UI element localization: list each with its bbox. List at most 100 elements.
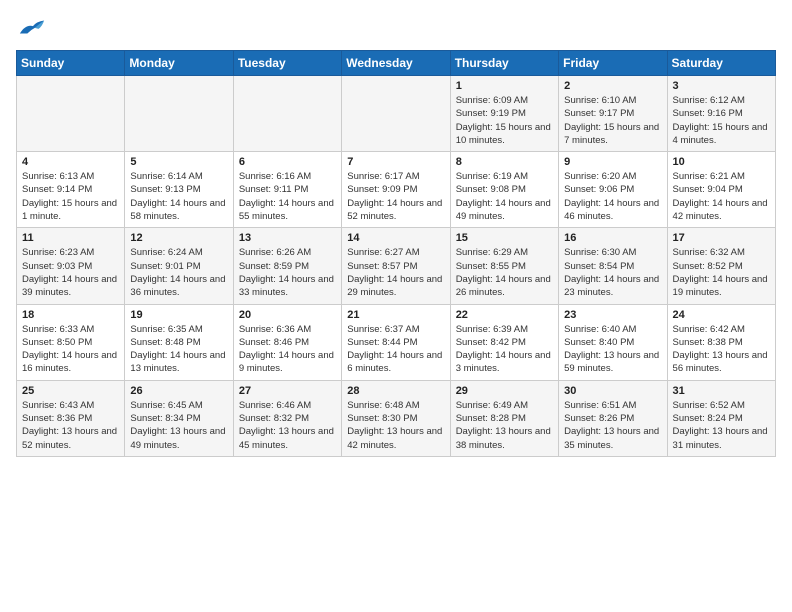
- calendar-cell: 3 Sunrise: 6:12 AM Sunset: 9:16 PM Daylig…: [667, 76, 775, 152]
- day-number: 19: [130, 309, 227, 321]
- day-info: Sunrise: 6:42 AM Sunset: 8:38 PM Dayligh…: [673, 323, 770, 376]
- day-info: Sunrise: 6:27 AM Sunset: 8:57 PM Dayligh…: [347, 246, 444, 299]
- day-info: Sunrise: 6:32 AM Sunset: 8:52 PM Dayligh…: [673, 246, 770, 299]
- header-saturday: Saturday: [667, 51, 775, 76]
- calendar-cell: 24 Sunrise: 6:42 AM Sunset: 8:38 PM Dayli…: [667, 304, 775, 380]
- day-number: 26: [130, 385, 227, 397]
- day-number: 25: [22, 385, 119, 397]
- day-number: 1: [456, 80, 553, 92]
- calendar-cell: 20 Sunrise: 6:36 AM Sunset: 8:46 PM Dayli…: [233, 304, 341, 380]
- calendar-cell: 6Sunrise: 6:16 AM Sunset: 9:11 PM Daylig…: [233, 152, 341, 228]
- day-number: 27: [239, 385, 336, 397]
- day-info: Sunrise: 6:12 AM Sunset: 9:16 PM Dayligh…: [673, 94, 770, 147]
- day-number: 28: [347, 385, 444, 397]
- calendar-cell: 13 Sunrise: 6:26 AM Sunset: 8:59 PM Dayli…: [233, 228, 341, 304]
- day-number: 12: [130, 232, 227, 244]
- day-number: 8: [456, 156, 553, 168]
- day-number: 9: [564, 156, 661, 168]
- calendar-cell: 17 Sunrise: 6:32 AM Sunset: 8:52 PM Dayli…: [667, 228, 775, 304]
- header-friday: Friday: [559, 51, 667, 76]
- calendar-table: SundayMondayTuesdayWednesdayThursdayFrid…: [16, 50, 776, 457]
- day-info: Sunrise: 6:21 AM Sunset: 9:04 PM Dayligh…: [673, 170, 770, 223]
- calendar-cell: 22Sunrise: 6:39 AM Sunset: 8:42 PM Dayli…: [450, 304, 558, 380]
- calendar-cell: [342, 76, 450, 152]
- calendar-cell: 30Sunrise: 6:51 AM Sunset: 8:26 PM Dayli…: [559, 380, 667, 456]
- calendar-cell: 10 Sunrise: 6:21 AM Sunset: 9:04 PM Dayli…: [667, 152, 775, 228]
- calendar-cell: 5Sunrise: 6:14 AM Sunset: 9:13 PM Daylig…: [125, 152, 233, 228]
- calendar-cell: 21 Sunrise: 6:37 AM Sunset: 8:44 PM Dayli…: [342, 304, 450, 380]
- calendar-cell: 19 Sunrise: 6:35 AM Sunset: 8:48 PM Dayli…: [125, 304, 233, 380]
- calendar-cell: 26 Sunrise: 6:45 AM Sunset: 8:34 PM Dayli…: [125, 380, 233, 456]
- calendar-week-3: 11 Sunrise: 6:23 AM Sunset: 9:03 PM Dayli…: [17, 228, 776, 304]
- calendar-week-5: 25 Sunrise: 6:43 AM Sunset: 8:36 PM Dayli…: [17, 380, 776, 456]
- day-number: 14: [347, 232, 444, 244]
- day-info: Sunrise: 6:49 AM Sunset: 8:28 PM Dayligh…: [456, 399, 553, 452]
- day-number: 3: [673, 80, 770, 92]
- header-monday: Monday: [125, 51, 233, 76]
- day-info: Sunrise: 6:46 AM Sunset: 8:32 PM Dayligh…: [239, 399, 336, 452]
- day-number: 21: [347, 309, 444, 321]
- day-info: Sunrise: 6:09 AM Sunset: 9:19 PM Dayligh…: [456, 94, 553, 147]
- day-info: Sunrise: 6:48 AM Sunset: 8:30 PM Dayligh…: [347, 399, 444, 452]
- day-info: Sunrise: 6:26 AM Sunset: 8:59 PM Dayligh…: [239, 246, 336, 299]
- day-info: Sunrise: 6:51 AM Sunset: 8:26 PM Dayligh…: [564, 399, 661, 452]
- day-info: Sunrise: 6:37 AM Sunset: 8:44 PM Dayligh…: [347, 323, 444, 376]
- calendar-cell: 15 Sunrise: 6:29 AM Sunset: 8:55 PM Dayli…: [450, 228, 558, 304]
- calendar-cell: 7Sunrise: 6:17 AM Sunset: 9:09 PM Daylig…: [342, 152, 450, 228]
- day-info: Sunrise: 6:19 AM Sunset: 9:08 PM Dayligh…: [456, 170, 553, 223]
- day-number: 6: [239, 156, 336, 168]
- day-info: Sunrise: 6:45 AM Sunset: 8:34 PM Dayligh…: [130, 399, 227, 452]
- day-info: Sunrise: 6:29 AM Sunset: 8:55 PM Dayligh…: [456, 246, 553, 299]
- day-info: Sunrise: 6:33 AM Sunset: 8:50 PM Dayligh…: [22, 323, 119, 376]
- calendar-week-4: 18Sunrise: 6:33 AM Sunset: 8:50 PM Dayli…: [17, 304, 776, 380]
- day-number: 31: [673, 385, 770, 397]
- calendar-cell: 11 Sunrise: 6:23 AM Sunset: 9:03 PM Dayli…: [17, 228, 125, 304]
- day-info: Sunrise: 6:43 AM Sunset: 8:36 PM Dayligh…: [22, 399, 119, 452]
- header-thursday: Thursday: [450, 51, 558, 76]
- header-tuesday: Tuesday: [233, 51, 341, 76]
- day-number: 10: [673, 156, 770, 168]
- day-info: Sunrise: 6:10 AM Sunset: 9:17 PM Dayligh…: [564, 94, 661, 147]
- calendar-cell: 16 Sunrise: 6:30 AM Sunset: 8:54 PM Dayli…: [559, 228, 667, 304]
- calendar-cell: 18Sunrise: 6:33 AM Sunset: 8:50 PM Dayli…: [17, 304, 125, 380]
- day-number: 7: [347, 156, 444, 168]
- day-number: 24: [673, 309, 770, 321]
- calendar-cell: [233, 76, 341, 152]
- calendar-cell: 29Sunrise: 6:49 AM Sunset: 8:28 PM Dayli…: [450, 380, 558, 456]
- day-info: Sunrise: 6:23 AM Sunset: 9:03 PM Dayligh…: [22, 246, 119, 299]
- calendar-cell: 25 Sunrise: 6:43 AM Sunset: 8:36 PM Dayli…: [17, 380, 125, 456]
- day-number: 17: [673, 232, 770, 244]
- calendar-cell: 9 Sunrise: 6:20 AM Sunset: 9:06 PM Daylig…: [559, 152, 667, 228]
- day-number: 2: [564, 80, 661, 92]
- calendar-cell: 2 Sunrise: 6:10 AM Sunset: 9:17 PM Daylig…: [559, 76, 667, 152]
- calendar-cell: 31 Sunrise: 6:52 AM Sunset: 8:24 PM Dayli…: [667, 380, 775, 456]
- day-number: 15: [456, 232, 553, 244]
- day-info: Sunrise: 6:52 AM Sunset: 8:24 PM Dayligh…: [673, 399, 770, 452]
- calendar-header-row: SundayMondayTuesdayWednesdayThursdayFrid…: [17, 51, 776, 76]
- calendar-week-1: 1 Sunrise: 6:09 AM Sunset: 9:19 PM Daylig…: [17, 76, 776, 152]
- calendar-cell: 4Sunrise: 6:13 AM Sunset: 9:14 PM Daylig…: [17, 152, 125, 228]
- calendar-cell: 23Sunrise: 6:40 AM Sunset: 8:40 PM Dayli…: [559, 304, 667, 380]
- calendar-cell: 8 Sunrise: 6:19 AM Sunset: 9:08 PM Daylig…: [450, 152, 558, 228]
- day-info: Sunrise: 6:36 AM Sunset: 8:46 PM Dayligh…: [239, 323, 336, 376]
- day-info: Sunrise: 6:20 AM Sunset: 9:06 PM Dayligh…: [564, 170, 661, 223]
- day-info: Sunrise: 6:30 AM Sunset: 8:54 PM Dayligh…: [564, 246, 661, 299]
- calendar-cell: [125, 76, 233, 152]
- day-info: Sunrise: 6:39 AM Sunset: 8:42 PM Dayligh…: [456, 323, 553, 376]
- day-number: 4: [22, 156, 119, 168]
- calendar-cell: 14 Sunrise: 6:27 AM Sunset: 8:57 PM Dayli…: [342, 228, 450, 304]
- calendar-cell: 1 Sunrise: 6:09 AM Sunset: 9:19 PM Daylig…: [450, 76, 558, 152]
- day-number: 5: [130, 156, 227, 168]
- day-info: Sunrise: 6:40 AM Sunset: 8:40 PM Dayligh…: [564, 323, 661, 376]
- day-number: 11: [22, 232, 119, 244]
- day-number: 13: [239, 232, 336, 244]
- calendar-cell: 28 Sunrise: 6:48 AM Sunset: 8:30 PM Dayli…: [342, 380, 450, 456]
- day-number: 16: [564, 232, 661, 244]
- day-number: 20: [239, 309, 336, 321]
- logo: [16, 16, 48, 38]
- page-header: [16, 16, 776, 38]
- calendar-week-2: 4Sunrise: 6:13 AM Sunset: 9:14 PM Daylig…: [17, 152, 776, 228]
- day-info: Sunrise: 6:35 AM Sunset: 8:48 PM Dayligh…: [130, 323, 227, 376]
- logo-bird-icon: [18, 16, 46, 38]
- header-sunday: Sunday: [17, 51, 125, 76]
